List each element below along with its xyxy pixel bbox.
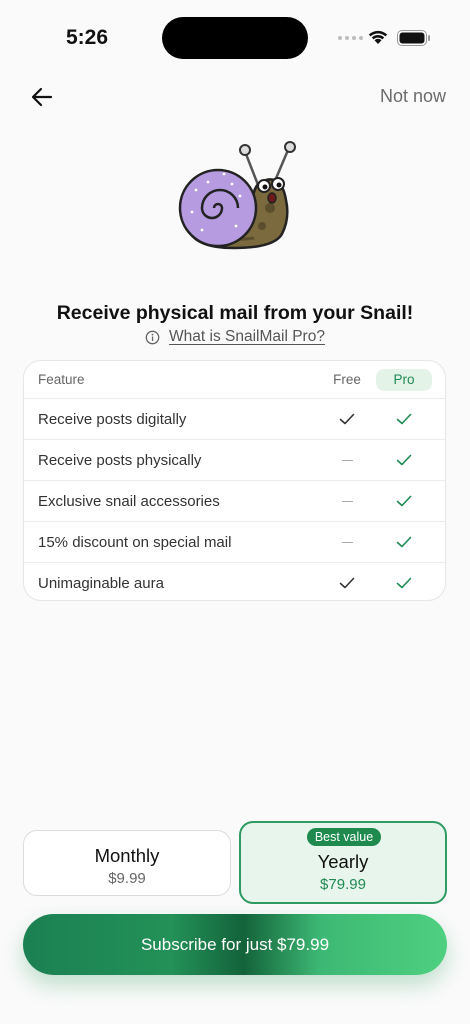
what-is-row: What is SnailMail Pro? (0, 328, 470, 346)
pro-check-icon (376, 577, 432, 589)
free-column-header: Free (333, 372, 361, 387)
pro-check-icon (376, 495, 432, 507)
free-check-icon (330, 577, 364, 589)
pro-check-icon (376, 536, 432, 548)
info-icon (145, 330, 160, 344)
what-is-snailmail-pro-link[interactable]: What is SnailMail Pro? (169, 328, 325, 346)
back-button[interactable] (28, 84, 56, 110)
dynamic-island (162, 17, 308, 59)
pro-check-icon (376, 454, 432, 466)
monthly-plan-option[interactable]: Monthly $9.99 (23, 830, 231, 896)
arrow-left-icon (31, 87, 53, 107)
snail-mascot-illustration (178, 141, 296, 250)
not-now-button[interactable]: Not now (380, 86, 446, 107)
yearly-plan-option[interactable]: Best value Yearly $79.99 (239, 821, 447, 904)
subscribe-button[interactable]: Subscribe for just $79.99 (23, 914, 447, 975)
table-row: Receive posts digitally (24, 398, 445, 439)
wifi-icon (368, 30, 388, 44)
feature-label: 15% discount on special mail (38, 533, 232, 551)
table-header-row: Feature Free Pro (24, 361, 445, 398)
feature-comparison-table: Feature Free Pro Receive posts digitally… (23, 360, 446, 601)
feature-label: Receive posts physically (38, 451, 202, 469)
yearly-plan-price: $79.99 (320, 876, 366, 893)
feature-label: Unimaginable aura (38, 574, 164, 592)
free-check-icon (330, 413, 364, 425)
status-time: 5:26 (66, 26, 109, 49)
best-value-badge: Best value (307, 828, 381, 846)
feature-label: Exclusive snail accessories (38, 492, 220, 510)
battery-icon (397, 30, 430, 46)
table-row: Unimaginable aura (24, 562, 445, 600)
monthly-plan-name: Monthly (94, 845, 160, 866)
feature-label: Receive posts digitally (38, 410, 187, 428)
pro-column-header: Pro (376, 368, 432, 391)
cellular-signal-icon (338, 36, 363, 40)
yearly-plan-name: Yearly (317, 851, 369, 872)
monthly-plan-price: $9.99 (108, 870, 146, 887)
table-row: 15% discount on special mail (24, 521, 445, 562)
free-dash-icon (330, 459, 364, 461)
table-row: Exclusive snail accessories (24, 480, 445, 521)
status-bar: 5:26 (0, 0, 470, 76)
page-title: Receive physical mail from your Snail! (56, 302, 414, 324)
feature-column-header: Feature (38, 372, 85, 387)
free-dash-icon (330, 541, 364, 543)
pro-check-icon (376, 413, 432, 425)
table-row: Receive posts physically (24, 439, 445, 480)
free-dash-icon (330, 500, 364, 502)
